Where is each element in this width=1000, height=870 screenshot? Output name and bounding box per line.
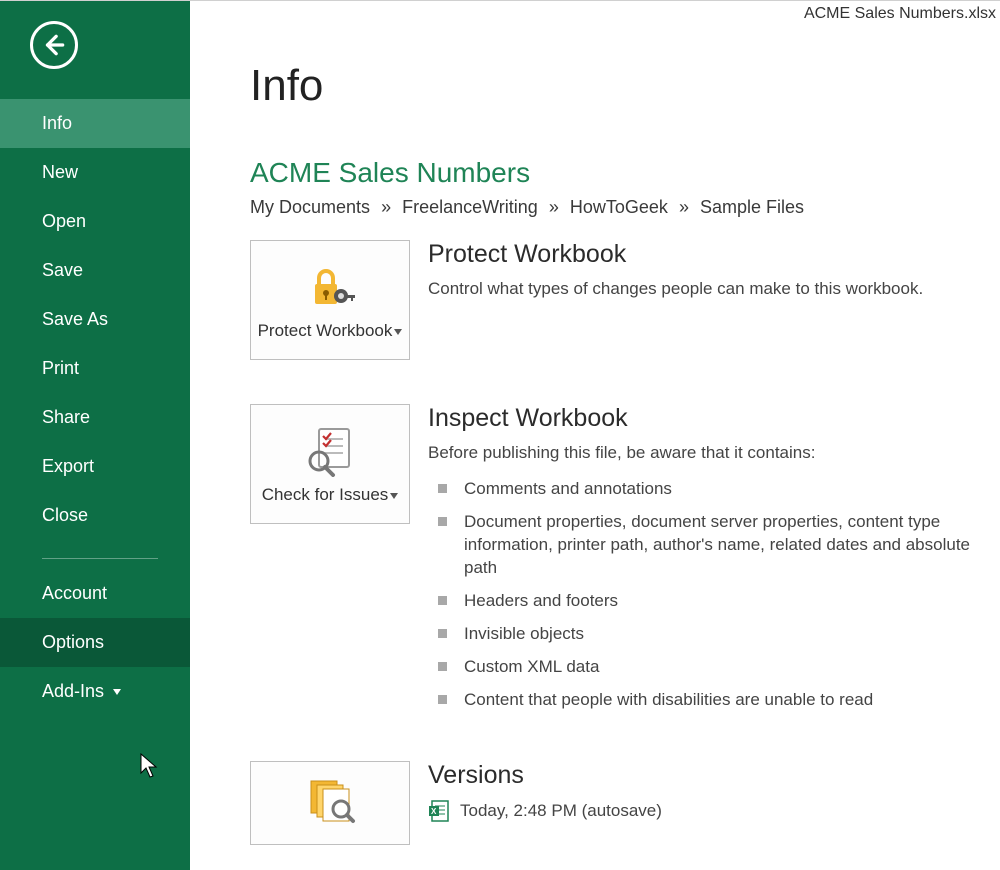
sidebar-item-label: Account: [42, 583, 107, 603]
breadcrumb-part[interactable]: FreelanceWriting: [402, 197, 538, 217]
sidebar-item-label: Print: [42, 358, 79, 378]
breadcrumb-sep: »: [679, 197, 689, 217]
version-label: Today, 2:48 PM (autosave): [460, 801, 662, 821]
backstage-view: ACME Sales Numbers.xlsx Info New Open Sa…: [0, 0, 1000, 870]
sidebar-items: Info New Open Save Save As Print Share E…: [0, 99, 190, 716]
section-title: Inspect Workbook: [428, 404, 1000, 433]
sidebar-item-options[interactable]: Options: [0, 618, 190, 667]
documents-magnifier-icon: [303, 774, 357, 828]
sidebar-item-label: Add-Ins: [42, 681, 104, 701]
protect-section: Protect Workbook Protect Workbook Contro…: [250, 240, 1000, 360]
sidebar-item-open[interactable]: Open: [0, 197, 190, 246]
svg-text:X: X: [431, 807, 437, 816]
titlebar-filename: ACME Sales Numbers.xlsx: [804, 5, 996, 23]
breadcrumb: My Documents » FreelanceWriting » HowToG…: [250, 197, 1000, 218]
lock-key-icon: [305, 260, 355, 314]
check-for-issues-button[interactable]: Check for Issues: [250, 404, 410, 524]
breadcrumb-part[interactable]: My Documents: [250, 197, 370, 217]
sidebar-item-save-as[interactable]: Save As: [0, 295, 190, 344]
sidebar-separator: [42, 558, 158, 559]
sidebar-item-account[interactable]: Account: [0, 569, 190, 618]
button-label: Protect Workbook: [258, 321, 393, 340]
versions-section: Versions X Today, 2:48 PM (autosave): [250, 761, 1000, 845]
sidebar-item-label: New: [42, 162, 78, 182]
back-button[interactable]: [30, 21, 78, 69]
issues-list: Comments and annotations Document proper…: [428, 473, 1000, 717]
arrow-left-icon: [41, 32, 67, 58]
sidebar-item-info[interactable]: Info: [0, 99, 190, 148]
sidebar-item-addins[interactable]: Add-Ins: [0, 667, 190, 716]
inspect-section: Check for Issues Inspect Workbook Before…: [250, 404, 1000, 717]
chevron-down-icon: [394, 329, 402, 335]
sidebar-item-label: Export: [42, 456, 94, 476]
sidebar-item-close[interactable]: Close: [0, 491, 190, 540]
sidebar-item-label: Share: [42, 407, 90, 427]
issue-item: Custom XML data: [428, 651, 1000, 684]
issue-item: Invisible objects: [428, 618, 1000, 651]
issue-item: Document properties, document server pro…: [428, 506, 1000, 585]
section-title: Versions: [428, 761, 1000, 790]
issue-item: Headers and footers: [428, 585, 1000, 618]
protect-workbook-button[interactable]: Protect Workbook: [250, 240, 410, 360]
version-entry[interactable]: X Today, 2:48 PM (autosave): [428, 800, 1000, 822]
section-desc: Before publishing this file, be aware th…: [428, 443, 1000, 463]
button-label: Check for Issues: [262, 485, 389, 504]
document-title: ACME Sales Numbers: [250, 157, 1000, 189]
chevron-down-icon: [113, 689, 121, 695]
checklist-magnifier-icon: [303, 424, 357, 478]
section-title: Protect Workbook: [428, 240, 1000, 269]
section-desc: Control what types of changes people can…: [428, 279, 1000, 299]
sidebar-item-label: Info: [42, 113, 72, 133]
sidebar-item-share[interactable]: Share: [0, 393, 190, 442]
sidebar-item-export[interactable]: Export: [0, 442, 190, 491]
breadcrumb-part[interactable]: Sample Files: [700, 197, 804, 217]
sidebar-item-label: Save: [42, 260, 83, 280]
sidebar: Info New Open Save Save As Print Share E…: [0, 1, 190, 870]
breadcrumb-part[interactable]: HowToGeek: [570, 197, 668, 217]
breadcrumb-sep: »: [381, 197, 391, 217]
sidebar-item-label: Open: [42, 211, 86, 231]
sidebar-item-label: Close: [42, 505, 88, 525]
sidebar-item-new[interactable]: New: [0, 148, 190, 197]
info-pane: Info ACME Sales Numbers My Documents » F…: [190, 1, 1000, 870]
sidebar-item-label: Save As: [42, 309, 108, 329]
excel-file-icon: X: [428, 800, 450, 822]
sidebar-item-print[interactable]: Print: [0, 344, 190, 393]
breadcrumb-sep: »: [549, 197, 559, 217]
issue-item: Content that people with disabilities ar…: [428, 684, 1000, 717]
manage-versions-button[interactable]: [250, 761, 410, 845]
chevron-down-icon: [390, 493, 398, 499]
page-title: Info: [250, 61, 1000, 111]
sidebar-item-save[interactable]: Save: [0, 246, 190, 295]
sidebar-item-label: Options: [42, 632, 104, 652]
issue-item: Comments and annotations: [428, 473, 1000, 506]
